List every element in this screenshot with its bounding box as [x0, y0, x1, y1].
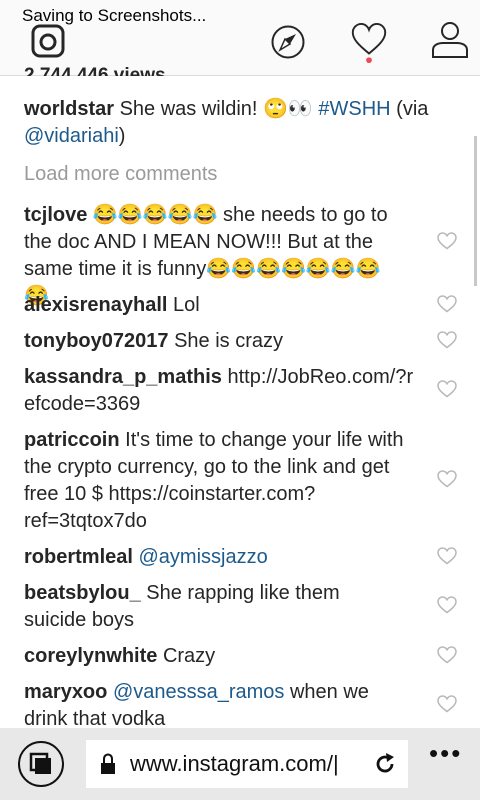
- more-options-button[interactable]: •••: [429, 738, 462, 769]
- post-comments-area: worldstar She was wildin! 🙄👀 #WSHH (via …: [0, 76, 480, 728]
- comment-username[interactable]: maryxoo: [24, 681, 107, 703]
- comment-username[interactable]: coreylynwhite: [24, 645, 157, 667]
- tabs-icon: [29, 752, 51, 774]
- comment-username[interactable]: tcjlove: [24, 204, 87, 226]
- like-heart-icon[interactable]: [437, 470, 457, 488]
- scrollbar[interactable]: [474, 136, 477, 286]
- comment-username[interactable]: kassandra_p_mathis: [24, 366, 222, 388]
- caption-text: She was wildin! 🙄👀: [119, 98, 313, 120]
- like-heart-icon[interactable]: [437, 295, 457, 313]
- caption-hashtag[interactable]: #WSHH: [318, 98, 390, 120]
- notification-dot: [366, 57, 372, 64]
- caption-via: (via: [396, 98, 429, 120]
- browser-address-bar: www.instagram.com/| •••: [0, 728, 480, 800]
- caption-via-close: ): [118, 125, 126, 147]
- url-text[interactable]: www.instagram.com/|: [130, 751, 339, 777]
- comment-item: beatsbylou_ She rapping like them suicid…: [24, 580, 384, 634]
- comment-item: kassandra_p_mathis http://JobReo.com/?re…: [24, 364, 419, 418]
- like-heart-icon[interactable]: [437, 331, 457, 349]
- views-count-partial: 2,744,446 views: [24, 65, 166, 76]
- comment-item: tonyboy072017 She is crazy: [24, 328, 424, 355]
- comment-mention[interactable]: @aymissjazzo: [139, 546, 268, 568]
- comment-item: coreylynwhite Crazy: [24, 643, 424, 670]
- comment-username[interactable]: tonyboy072017: [24, 330, 169, 352]
- comment-username[interactable]: robertmleal: [24, 546, 133, 568]
- camera-icon[interactable]: [30, 20, 66, 62]
- caption-username[interactable]: worldstar: [24, 98, 114, 120]
- comment-item: robertmleal @aymissjazzo: [24, 544, 424, 571]
- top-nav-bar: Saving to Screenshots... 2,744,446 views: [0, 0, 480, 76]
- comment-item: maryxoo @vanesssa_ramos when we drink th…: [24, 679, 404, 728]
- comment-text: Lol: [173, 294, 200, 316]
- comment-text: Crazy: [162, 645, 216, 667]
- like-heart-icon[interactable]: [437, 232, 457, 250]
- comment-text: She is crazy: [174, 330, 284, 352]
- tabs-button[interactable]: [18, 741, 64, 787]
- like-heart-icon[interactable]: [437, 646, 457, 664]
- comment-username[interactable]: alexisrenayhall: [24, 294, 167, 316]
- url-field[interactable]: www.instagram.com/|: [86, 740, 408, 788]
- caption-mention[interactable]: @vidariahi: [24, 125, 119, 147]
- comment-username[interactable]: beatsbylou_: [24, 582, 141, 604]
- like-heart-icon[interactable]: [437, 380, 457, 398]
- like-heart-icon[interactable]: [437, 596, 457, 614]
- person-icon[interactable]: [430, 19, 470, 61]
- comment-item: alexisrenayhall Lol: [24, 292, 424, 319]
- post-caption: worldstar She was wildin! 🙄👀 #WSHH (via …: [24, 96, 444, 150]
- like-heart-icon[interactable]: [437, 695, 457, 713]
- comment-item: patriccoin It's time to change your life…: [24, 427, 414, 535]
- comment-mention[interactable]: @vanesssa_ramos: [113, 681, 284, 703]
- load-more-comments-link[interactable]: Load more comments: [24, 163, 217, 186]
- heart-icon[interactable]: [350, 22, 388, 64]
- lock-icon: [101, 753, 115, 774]
- compass-icon[interactable]: [270, 21, 306, 63]
- comment-username[interactable]: patriccoin: [24, 429, 120, 451]
- like-heart-icon[interactable]: [437, 547, 457, 565]
- refresh-icon[interactable]: [373, 752, 397, 776]
